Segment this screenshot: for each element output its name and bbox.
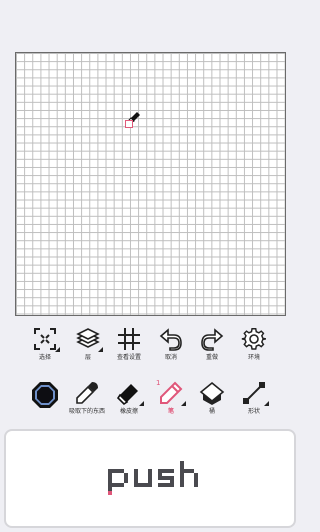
select-label: 选择 <box>38 354 51 361</box>
pen-button[interactable]: 1 笔 <box>150 379 192 416</box>
submenu-indicator-icon <box>181 401 186 406</box>
push-pixel-text: push <box>108 461 198 495</box>
color-swatch-icon <box>32 382 58 408</box>
undo-button[interactable]: 取消 <box>150 326 192 362</box>
submenu-indicator-icon <box>55 347 60 352</box>
settings-button[interactable]: 环境 <box>233 326 275 362</box>
eyedropper-icon <box>76 382 98 404</box>
layers-label: 层 <box>84 354 91 361</box>
bottom-toolbar: 吸取下的东西 橡皮擦 1 笔 桶 形状 <box>0 379 300 426</box>
bucket-icon <box>199 381 225 405</box>
cursor-pixel-marker <box>125 120 133 128</box>
gear-icon <box>241 328 266 350</box>
redo-label: 重做 <box>205 354 218 361</box>
pen-label: 笔 <box>167 408 174 415</box>
submenu-indicator-icon <box>98 347 103 352</box>
shape-button[interactable]: 形状 <box>233 380 275 416</box>
undo-icon <box>159 328 182 351</box>
pixel-canvas[interactable] <box>15 52 286 316</box>
select-button[interactable]: 选择 <box>24 326 66 362</box>
bucket-button[interactable]: 桶 <box>191 380 233 416</box>
environment-label: 环境 <box>247 354 260 361</box>
view-settings-label: 查看设置 <box>116 354 141 361</box>
redo-button[interactable]: 重做 <box>191 326 233 362</box>
shape-label: 形状 <box>247 408 260 415</box>
pen-size-badge: 1 <box>156 379 161 387</box>
layers-button[interactable]: 层 <box>67 326 109 362</box>
top-toolbar: 选择 层 查看设置 取消 重做 环境 <box>0 326 300 374</box>
eraser-button[interactable]: 橡皮擦 <box>108 380 150 416</box>
undo-label: 取消 <box>164 354 177 361</box>
eraser-label: 橡皮擦 <box>119 408 138 415</box>
eyedropper-button[interactable]: 吸取下的东西 <box>66 380 108 416</box>
color-picker-button[interactable] <box>24 380 66 410</box>
eyedropper-label: 吸取下的东西 <box>68 408 105 415</box>
redo-icon <box>201 328 224 351</box>
submenu-indicator-icon <box>264 401 269 406</box>
view-settings-button[interactable]: 查看设置 <box>108 326 150 362</box>
grid-settings-icon <box>118 328 140 350</box>
submenu-indicator-icon <box>139 401 144 406</box>
bucket-label: 桶 <box>208 408 215 415</box>
push-panel[interactable]: push <box>4 429 296 528</box>
